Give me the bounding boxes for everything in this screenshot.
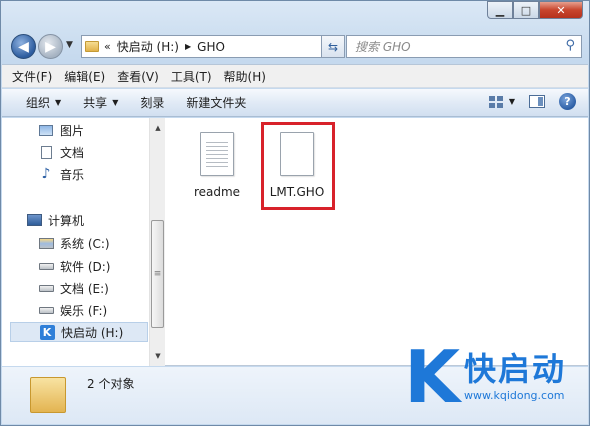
text-file-icon	[200, 132, 234, 176]
explorer-window: ▁ □ ✕ ◀ ▶ ▼ « 快启动 (H:) ▶ GHO ▼ ⇆ 搜索 GHO …	[0, 0, 590, 426]
sidebar-item-label: 文档	[60, 145, 85, 160]
refresh-button[interactable]: ⇆	[321, 35, 345, 58]
file-item-readme[interactable]: readme	[182, 132, 252, 199]
toolbar-right: ▼ ?	[488, 93, 576, 110]
sidebar-item-label: 计算机	[48, 213, 85, 228]
maximize-icon: □	[520, 3, 532, 17]
sidebar-item-drive-e[interactable]: 文档 (E:)	[38, 278, 109, 298]
sidebar-item-music[interactable]: ♪ 音乐	[38, 164, 84, 184]
breadcrumb-folder[interactable]: GHO	[197, 40, 225, 54]
sidebar-item-label: 图片	[60, 123, 85, 138]
navigation-bar: ◀ ▶ ▼ « 快启动 (H:) ▶ GHO ▼ ⇆ 搜索 GHO ⚲	[9, 31, 582, 61]
sidebar-item-label: 快启动 (H:)	[61, 325, 124, 340]
documents-icon	[40, 145, 52, 159]
search-placeholder: 搜索 GHO	[355, 40, 411, 54]
share-label: 共享	[83, 96, 108, 110]
sidebar-item-documents[interactable]: 文档	[38, 142, 84, 162]
sidebar-item-drive-d[interactable]: 软件 (D:)	[38, 256, 110, 276]
music-icon: ♪	[41, 166, 51, 182]
scrollbar-thumb[interactable]: ≡	[151, 220, 164, 328]
kqidong-drive-icon: K	[39, 324, 55, 340]
view-options-dropdown-icon[interactable]: ▼	[509, 97, 515, 106]
watermark-logo: K 快启动 www.kqidong.com	[404, 341, 566, 413]
file-name: readme	[193, 185, 241, 199]
logo-name: 快启动	[463, 350, 566, 388]
navigation-pane: 图片 文档 ♪ 音乐 计算机 系统 (C:) 软件 (D:) 文档 (E:) 娱…	[2, 118, 149, 366]
recent-pages-dropdown[interactable]: ▼	[66, 40, 73, 50]
menu-edit[interactable]: 编辑(E)	[64, 68, 105, 85]
item-count: 2 个对象	[87, 377, 135, 391]
minimize-icon: ▁	[495, 3, 505, 17]
command-bar: 组织 ▼ 共享 ▼ 刻录 新建文件夹 ▼ ?	[2, 89, 588, 117]
forward-button[interactable]: ▶	[38, 34, 63, 59]
breadcrumb-drive[interactable]: 快启动 (H:)	[117, 38, 179, 55]
menu-bar: 文件(F) 编辑(E) 查看(V) 工具(T) 帮助(H)	[2, 64, 588, 88]
minimize-button[interactable]: ▁	[487, 1, 513, 19]
help-icon[interactable]: ?	[559, 93, 576, 110]
logo-letter: K	[404, 335, 460, 419]
new-folder-button[interactable]: 新建文件夹	[186, 94, 246, 111]
breadcrumb-separator-icon[interactable]: ▶	[185, 42, 191, 51]
folder-icon	[85, 41, 99, 52]
forward-arrow-icon: ▶	[45, 38, 56, 55]
drive-icon	[38, 284, 54, 292]
change-view-icon[interactable]	[488, 95, 503, 108]
sidebar-item-label: 音乐	[60, 167, 85, 182]
sidebar-item-label: 文档 (E:)	[60, 281, 109, 296]
close-button[interactable]: ✕	[539, 1, 583, 19]
sidebar-scrollbar[interactable]: ▲ ≡ ▼	[149, 118, 165, 366]
menu-view[interactable]: 查看(V)	[117, 68, 159, 85]
chevron-down-icon: ▼	[112, 98, 119, 107]
menu-tools[interactable]: 工具(T)	[171, 68, 212, 85]
window-controls: ▁ □ ✕	[487, 1, 583, 19]
sidebar-item-label: 软件 (D:)	[60, 259, 111, 274]
sidebar-item-computer[interactable]: 计算机	[26, 210, 84, 230]
sidebar-item-label: 系统 (C:)	[60, 236, 110, 251]
scroll-up-icon[interactable]: ▲	[150, 120, 166, 136]
menu-file[interactable]: 文件(F)	[12, 68, 52, 85]
preview-pane-icon[interactable]	[529, 95, 545, 108]
highlight-box	[261, 122, 335, 210]
organize-button[interactable]: 组织 ▼	[26, 94, 61, 111]
menu-help[interactable]: 帮助(H)	[224, 68, 266, 85]
sidebar-item-pictures[interactable]: 图片	[38, 120, 84, 140]
drive-icon	[38, 306, 54, 314]
chevron-down-icon: ▼	[55, 98, 62, 107]
content-area: 图片 文档 ♪ 音乐 计算机 系统 (C:) 软件 (D:) 文档 (E:) 娱…	[2, 118, 588, 366]
file-list: readme LMT.GHO	[166, 118, 588, 366]
logo-url: www.kqidong.com	[463, 389, 565, 402]
pictures-icon	[39, 124, 53, 136]
new-folder-label: 新建文件夹	[186, 96, 247, 110]
burn-label: 刻录	[140, 96, 165, 110]
search-input[interactable]: 搜索 GHO ⚲	[346, 35, 582, 58]
folder-icon	[30, 377, 66, 413]
sidebar-item-label: 娱乐 (F:)	[60, 303, 108, 318]
address-bar[interactable]: « 快启动 (H:) ▶ GHO ▼	[81, 35, 337, 58]
scroll-down-icon[interactable]: ▼	[150, 348, 166, 364]
sidebar-item-drive-c[interactable]: 系统 (C:)	[38, 233, 110, 253]
computer-icon	[26, 214, 42, 226]
organize-label: 组织	[26, 96, 51, 110]
burn-button[interactable]: 刻录	[140, 94, 164, 111]
search-icon[interactable]: ⚲	[565, 38, 575, 53]
sidebar-item-drive-h[interactable]: K 快启动 (H:)	[10, 322, 148, 342]
breadcrumb-overflow[interactable]: «	[104, 40, 111, 53]
maximize-button[interactable]: □	[513, 1, 539, 19]
back-arrow-icon: ◀	[18, 38, 29, 55]
share-button[interactable]: 共享 ▼	[83, 94, 118, 111]
drive-icon	[38, 262, 54, 270]
system-drive-icon	[38, 237, 54, 249]
back-button[interactable]: ◀	[11, 34, 36, 59]
details-pane: 2 个对象 K 快启动 www.kqidong.com	[2, 341, 588, 424]
close-icon: ✕	[556, 3, 566, 17]
refresh-icon: ⇆	[327, 39, 339, 54]
sidebar-item-drive-f[interactable]: 娱乐 (F:)	[38, 300, 107, 320]
